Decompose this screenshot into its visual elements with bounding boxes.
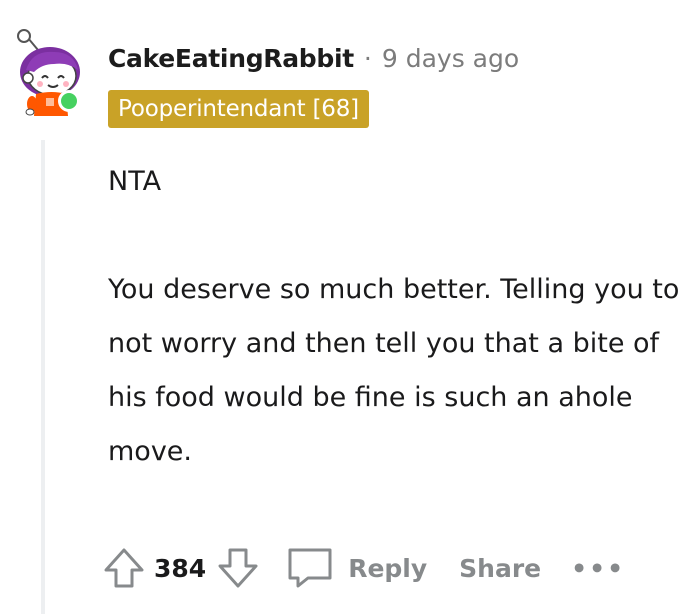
thread-collapse-line[interactable]: [41, 140, 45, 614]
share-button[interactable]: Share: [459, 554, 541, 583]
upvote-arrow-icon: [104, 548, 144, 588]
downvote-arrow-icon: [218, 548, 258, 588]
comment-paragraph: You deserve so much better. Telling you …: [108, 274, 680, 467]
comment-timestamp[interactable]: 9 days ago: [382, 44, 519, 73]
downvote-button[interactable]: [214, 544, 262, 592]
reply-button[interactable]: Reply: [284, 544, 427, 592]
comment-actions: 384 Reply Share •••: [100, 540, 625, 596]
meta-separator: ·: [363, 43, 372, 73]
reply-label: Reply: [348, 553, 428, 583]
username-link[interactable]: CakeEatingRabbit: [108, 44, 354, 73]
speech-bubble-icon: [288, 548, 332, 588]
comment-meta: CakeEatingRabbit · 9 days ago: [108, 40, 519, 76]
comment-body: NTA You deserve so much better. Telling …: [108, 155, 688, 479]
comment-paragraph: NTA: [108, 166, 162, 197]
vote-count: 384: [154, 553, 207, 583]
online-status-indicator: [58, 90, 80, 112]
user-flair: Pooperintendant [68]: [108, 90, 369, 128]
more-options-button[interactable]: •••: [571, 554, 625, 583]
upvote-button[interactable]: [100, 544, 148, 592]
